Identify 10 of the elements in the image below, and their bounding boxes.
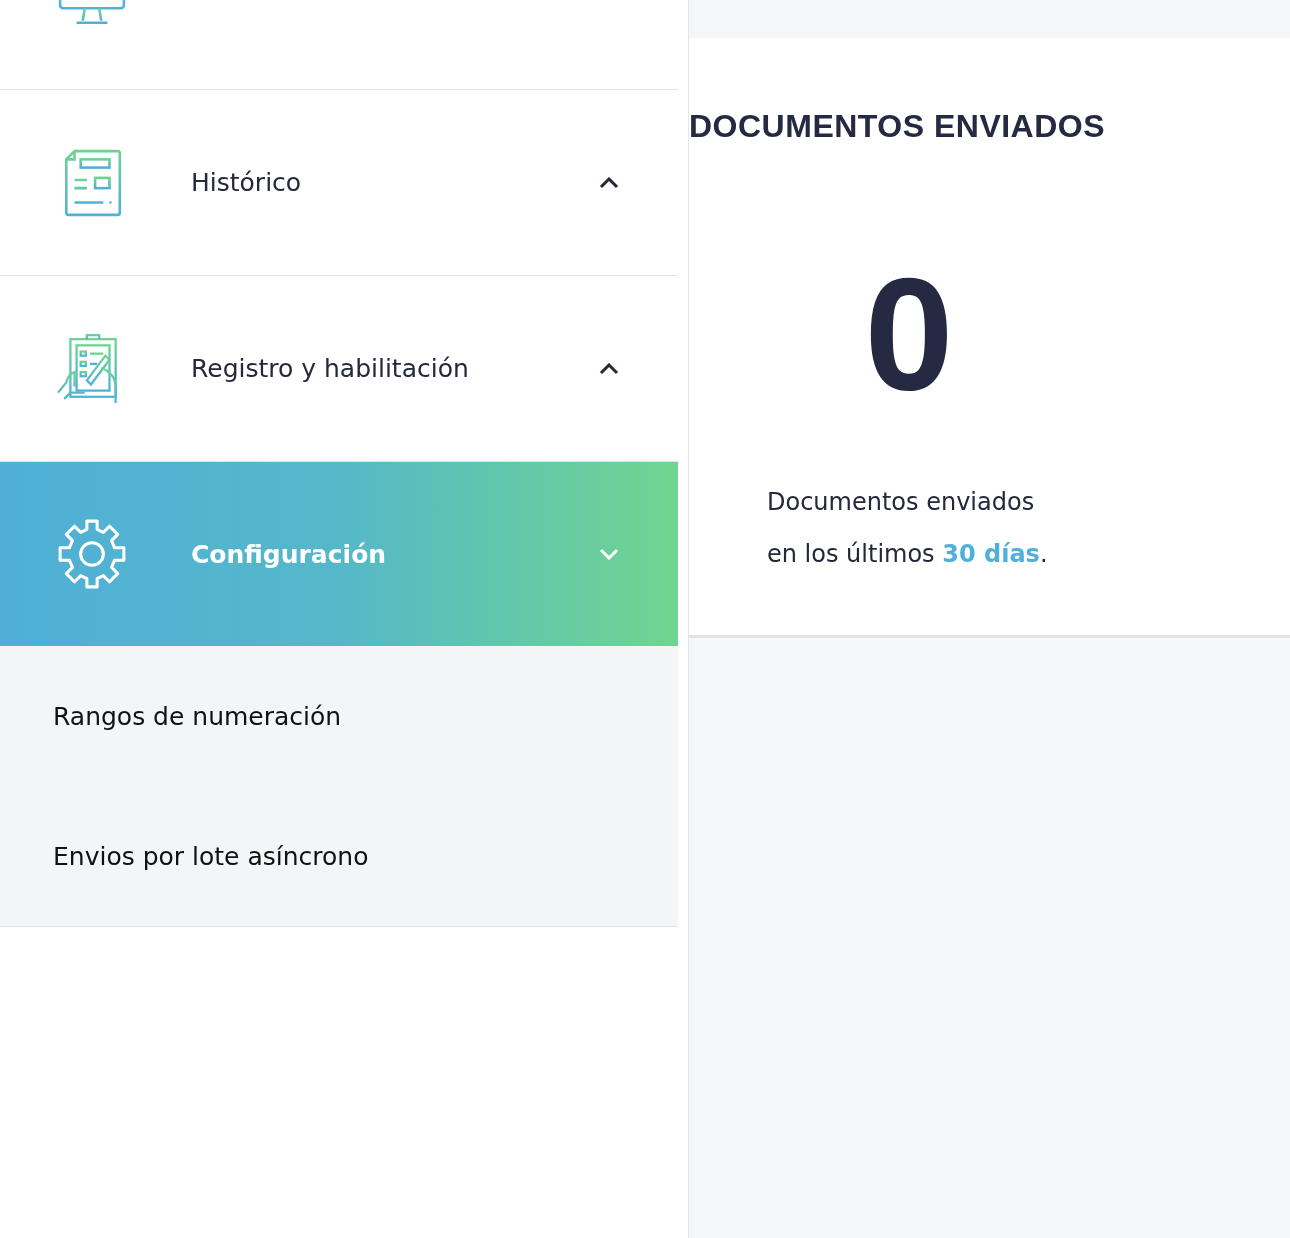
document-count: 0 [863,254,955,414]
card-title: DOCUMENTOS ENVIADOS [689,110,1107,142]
menu-item[interactable]: Histórico [0,90,678,276]
card-description: Documentos enviados en los últimos 30 días. [767,487,1049,570]
submenu-item[interactable]: Envios por lote asíncrono [0,786,678,926]
menu-item-label: Registro y habilitación [191,354,470,383]
submenu-item[interactable]: Rangos de numeración [0,646,678,786]
settings-icon [56,518,128,590]
menu-item-label: Configuración [191,539,388,569]
menu-item-label: Histórico [191,168,303,197]
